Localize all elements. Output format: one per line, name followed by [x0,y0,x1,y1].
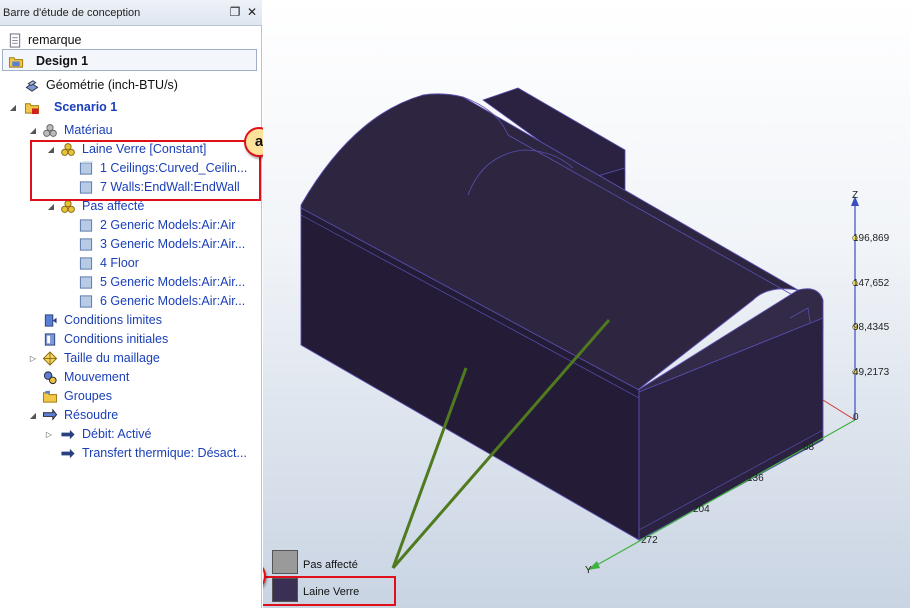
z-axis-label: Z [852,190,858,201]
annotation-box-a [30,140,261,201]
solve-icon [42,408,58,421]
z-tick-label: 196,869 [853,233,890,244]
note-icon [9,33,21,48]
material-icon [61,200,75,213]
close-icon[interactable]: ✕ [245,5,259,19]
collapse-arrow-icon[interactable]: ◢ [28,406,38,425]
part-cube-icon [79,257,93,270]
tree-label: Conditions initiales [64,332,169,346]
design-folder-icon [8,57,24,68]
tree-item-materiau[interactable]: ◢ Matériau [0,121,260,140]
tree-label: 4 Floor [100,256,139,270]
tree-item-transfert[interactable]: Transfert thermique: Désact... [0,444,260,463]
tree-item-part[interactable]: 2 Generic Models:Air:Air [0,216,260,235]
z-tick-label: 98,4345 [853,322,890,333]
tree-label: 3 Generic Models:Air:Air... [100,237,246,251]
tree-label: Taille du maillage [64,351,160,365]
initial-conditions-icon [44,333,56,346]
tree-label: Transfert thermique: Désact... [82,446,247,460]
tree-label: 2 Generic Models:Air:Air [100,218,236,232]
boundary-conditions-icon [44,314,57,327]
y-tick-label: 204 [693,504,710,515]
tree-label: Conditions limites [64,313,162,327]
material-icon [43,124,57,137]
expand-arrow-icon[interactable]: ▷ [44,425,54,444]
panel-header: Barre d'étude de conception ❐ ✕ [0,0,262,26]
expand-arrow-icon[interactable]: ▷ [28,349,38,368]
tree-label: 6 Generic Models:Air:Air... [100,294,246,308]
model-view: Z Y 196,869 147,652 98,4345 49,2173 0 68… [300,87,890,576]
tree-item-part[interactable]: 6 Generic Models:Air:Air... [0,292,260,311]
geometry-icon [25,80,39,92]
y-tick-label: 272 [641,535,658,546]
part-cube-icon [79,276,93,289]
mesh-icon [42,351,58,366]
z-tick-label: 49,2173 [853,367,890,378]
tree-item-geometrie[interactable]: Géométrie (inch-BTU/s) [0,76,260,95]
tree-label: remarque [28,33,82,47]
y-axis-label: Y [585,565,592,576]
legend-label-pas-affecte: Pas affecté [303,559,358,571]
tree-item-groupes[interactable]: Groupes [0,387,260,406]
tree-label: 5 Generic Models:Air:Air... [100,275,246,289]
tree-label: Scenario 1 [54,100,118,114]
part-cube-icon [79,238,93,251]
part-cube-icon [79,295,93,308]
legend-swatch-pas-affecte [272,550,298,574]
annotation-box-b [263,576,396,606]
tree-label: Mouvement [64,370,130,384]
tree-item-taille-maillage[interactable]: ▷ Taille du maillage [0,349,260,368]
collapse-arrow-icon[interactable]: ◢ [8,98,18,117]
x-axis [822,399,856,421]
tree-item-scenario[interactable]: ◢ Scenario 1 [0,98,260,117]
tree-item-conditions-limites[interactable]: Conditions limites [0,311,260,330]
y-tick-label: 136 [747,473,764,484]
motion-icon [43,371,57,385]
tree-item-design[interactable]: Design 1 [0,52,256,71]
z-tick-label: 147,652 [853,278,890,289]
tree-label: Matériau [64,123,113,137]
groups-icon [42,390,58,403]
flow-icon [61,429,75,440]
scenario-icon [24,103,40,115]
design-study-bar: Barre d'étude de conception ❐ ✕ remarque… [0,0,274,608]
tree-label: Résoudre [64,408,119,422]
tree-item-resoudre[interactable]: ◢ Résoudre [0,406,260,425]
tree-item-remarque[interactable]: remarque [0,31,260,50]
y-tick-label: 68 [803,442,815,453]
tree-item-conditions-initiales[interactable]: Conditions initiales [0,330,260,349]
tree-item-part[interactable]: 4 Floor [0,254,260,273]
tree-label: Design 1 [36,54,89,68]
part-cube-icon [79,219,93,232]
tree-item-debit[interactable]: ▷ Débit: Activé [0,425,260,444]
heat-transfer-icon [61,448,75,459]
tree-item-part[interactable]: 3 Generic Models:Air:Air... [0,235,260,254]
collapse-arrow-icon[interactable]: ◢ [28,121,38,140]
panel-title: Barre d'étude de conception [3,7,141,19]
tree-label: Débit: Activé [82,427,152,441]
tree-label: Géométrie (inch-BTU/s) [46,78,178,92]
tree-label: Groupes [64,389,112,403]
3d-viewport[interactable]: Z Y 196,869 147,652 98,4345 49,2173 0 68… [263,0,910,608]
tree-item-mouvement[interactable]: Mouvement [0,368,260,387]
tree-item-part[interactable]: 5 Generic Models:Air:Air... [0,273,260,292]
pin-icon[interactable]: ❐ [228,5,242,19]
z-tick-label: 0 [853,412,859,423]
